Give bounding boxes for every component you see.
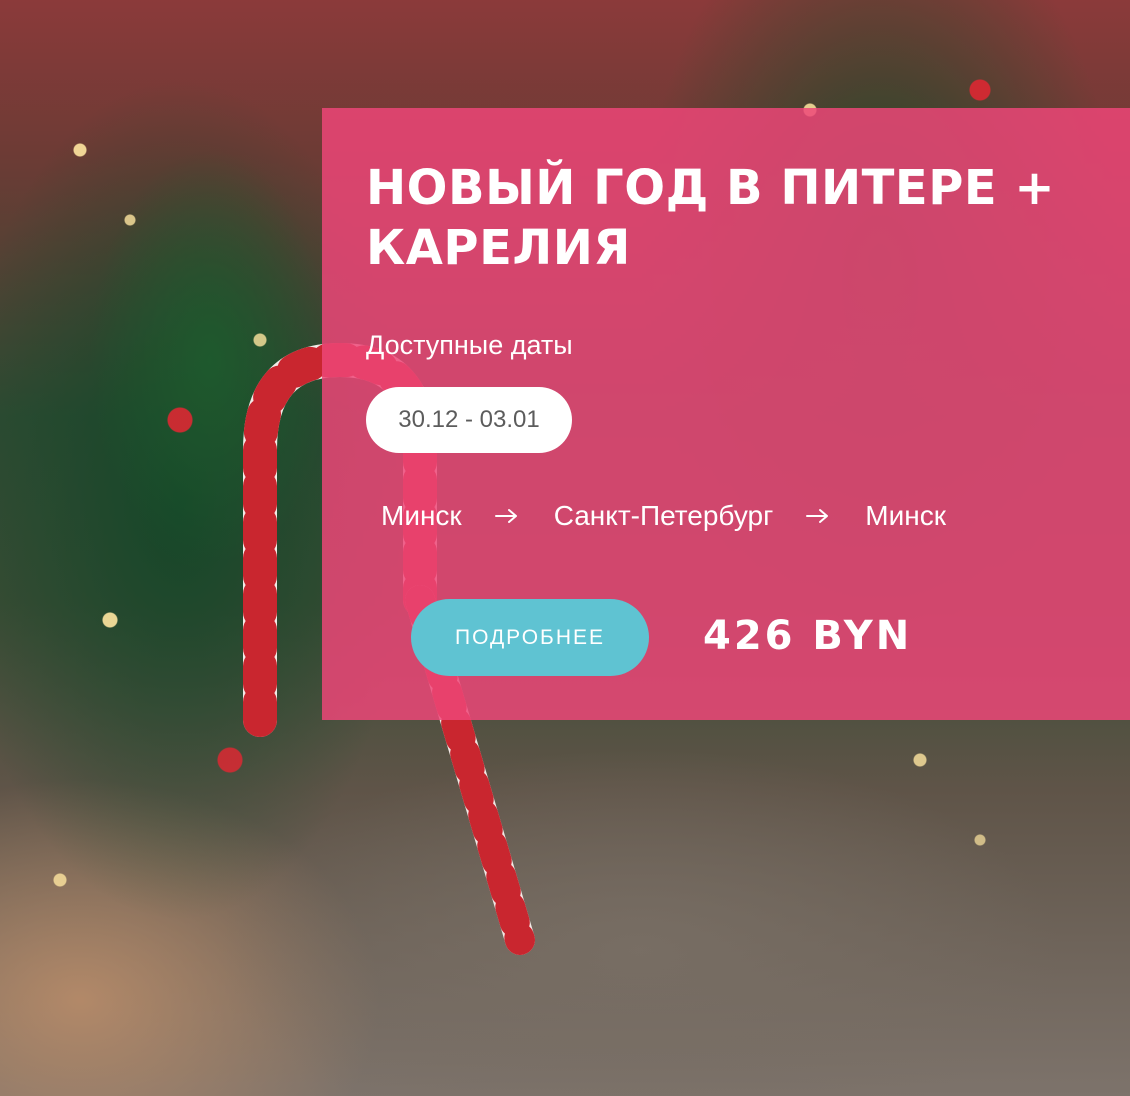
arrow-right-icon (800, 508, 836, 524)
route-destination: Санкт-Петербург (553, 500, 774, 531)
available-dates-label: Доступные даты (366, 330, 573, 360)
details-button[interactable]: ПОДРОБНЕЕ (411, 599, 649, 676)
arrow-right-icon (489, 508, 525, 524)
tour-title: НОВЫЙ ГОД В ПИТЕРЕ + КАРЕЛИЯ (366, 160, 1056, 276)
route: Минск Санкт-Петербург Минск (381, 496, 946, 536)
tour-price: 426 BYN (703, 613, 913, 659)
tour-card: НОВЫЙ ГОД В ПИТЕРЕ + КАРЕЛИЯ Доступные д… (322, 108, 1130, 720)
date-option-button[interactable]: 30.12 - 03.01 (366, 387, 572, 453)
route-return: Минск (865, 500, 946, 531)
route-origin: Минск (381, 500, 462, 531)
